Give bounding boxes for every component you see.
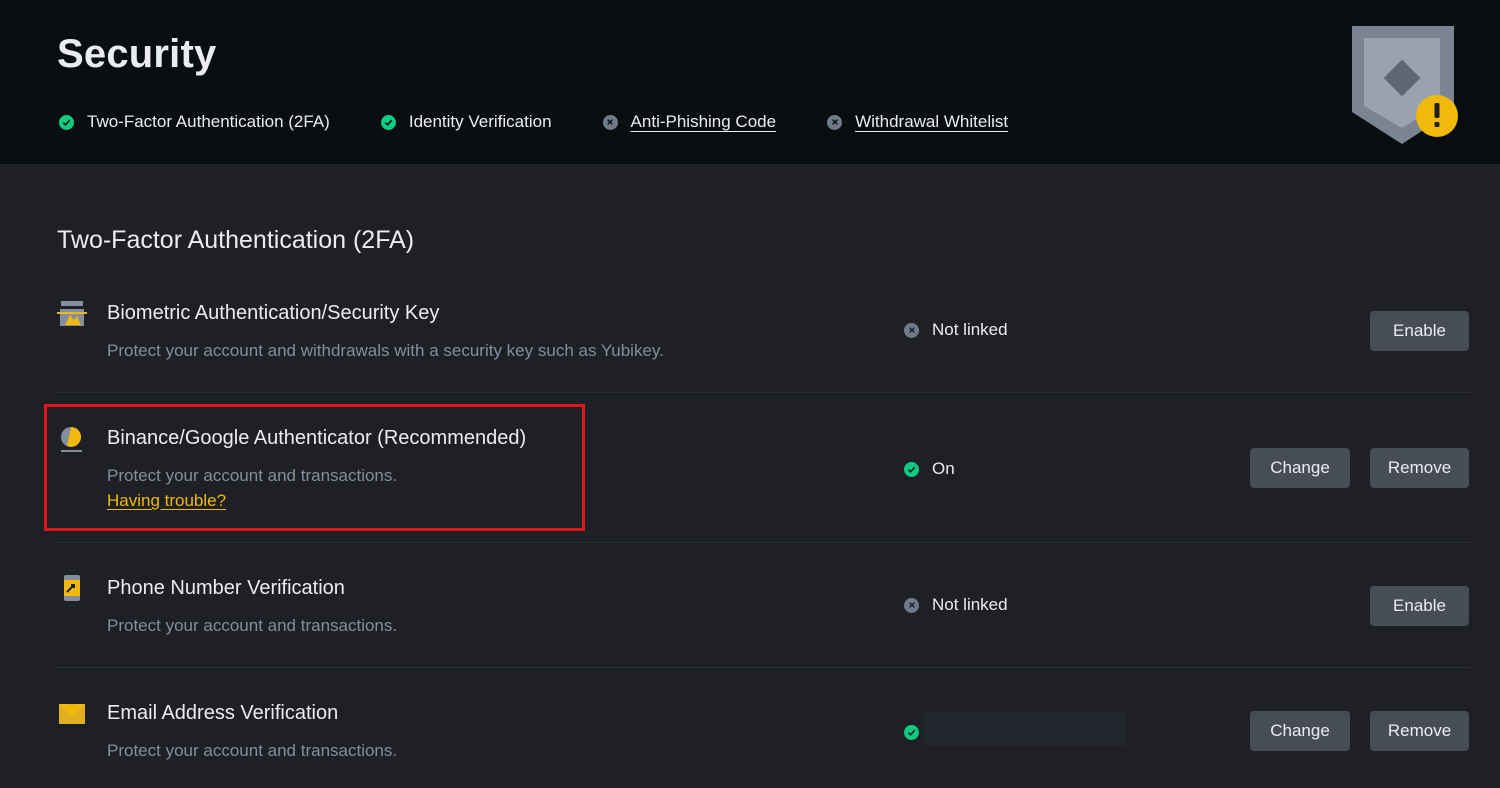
- status-withdrawal-whitelist[interactable]: Withdrawal Whitelist: [827, 111, 1008, 133]
- check-circle-icon: [904, 461, 919, 477]
- masked-email-value: [924, 712, 1126, 746]
- security-key-icon: [57, 301, 87, 326]
- method-title: Email Address Verification: [107, 702, 339, 724]
- method-status-label: Not linked: [932, 595, 1008, 614]
- enable-phone-button[interactable]: Enable: [1370, 586, 1469, 626]
- method-row-email: Email Address Verification Protect your …: [57, 698, 1470, 778]
- status-anti-phishing[interactable]: Anti-Phishing Code: [602, 111, 777, 133]
- row-divider: [57, 542, 1470, 543]
- x-circle-icon: [904, 597, 919, 613]
- change-authenticator-button[interactable]: Change: [1250, 448, 1350, 488]
- check-circle-icon: [904, 724, 919, 740]
- check-circle-icon: [380, 114, 396, 130]
- anti-phishing-link[interactable]: Anti-Phishing Code: [631, 112, 777, 132]
- row-divider: [57, 667, 1470, 668]
- phone-icon: [64, 575, 80, 601]
- status-2fa-label: Two-Factor Authentication (2FA): [87, 112, 330, 131]
- method-status: Not linked: [904, 594, 1008, 616]
- security-level-warning-shield-icon: [1352, 26, 1458, 144]
- method-description: Protect your account and transactions.: [107, 741, 398, 760]
- row-divider: [57, 392, 1470, 393]
- email-icon: [59, 704, 85, 724]
- method-status-label: On: [932, 459, 955, 478]
- status-2fa: Two-Factor Authentication (2FA): [59, 111, 330, 133]
- remove-authenticator-button[interactable]: Remove: [1370, 448, 1469, 488]
- method-status: On: [904, 458, 955, 480]
- method-description: Protect your account and withdrawals wit…: [107, 341, 664, 360]
- x-circle-icon: [602, 114, 618, 130]
- check-circle-icon: [59, 114, 74, 130]
- highlight-box: [44, 404, 585, 531]
- method-status: Not linked: [904, 319, 1008, 341]
- method-title: Phone Number Verification: [107, 577, 345, 599]
- method-row-security-key: Biometric Authentication/Security Key Pr…: [57, 298, 1470, 378]
- method-row-phone: Phone Number Verification Protect your a…: [57, 573, 1470, 653]
- x-circle-icon: [827, 114, 843, 130]
- status-identity-label: Identity Verification: [408, 112, 552, 131]
- status-identity: Identity Verification: [380, 111, 552, 133]
- x-circle-icon: [904, 322, 919, 338]
- method-status-label: Not linked: [932, 320, 1008, 339]
- enable-security-key-button[interactable]: Enable: [1370, 311, 1469, 351]
- section-title: Two-Factor Authentication (2FA): [57, 226, 415, 254]
- method-description: Protect your account and transactions.: [107, 616, 398, 635]
- method-title: Biometric Authentication/Security Key: [107, 302, 440, 324]
- change-email-button[interactable]: Change: [1250, 711, 1350, 751]
- page-title: Security: [57, 32, 217, 76]
- security-header: Security Two-Factor Authentication (2FA)…: [0, 0, 1500, 164]
- withdrawal-whitelist-link[interactable]: Withdrawal Whitelist: [855, 112, 1008, 132]
- remove-email-button[interactable]: Remove: [1370, 711, 1469, 751]
- security-status-row: Two-Factor Authentication (2FA) Identity…: [59, 111, 1059, 133]
